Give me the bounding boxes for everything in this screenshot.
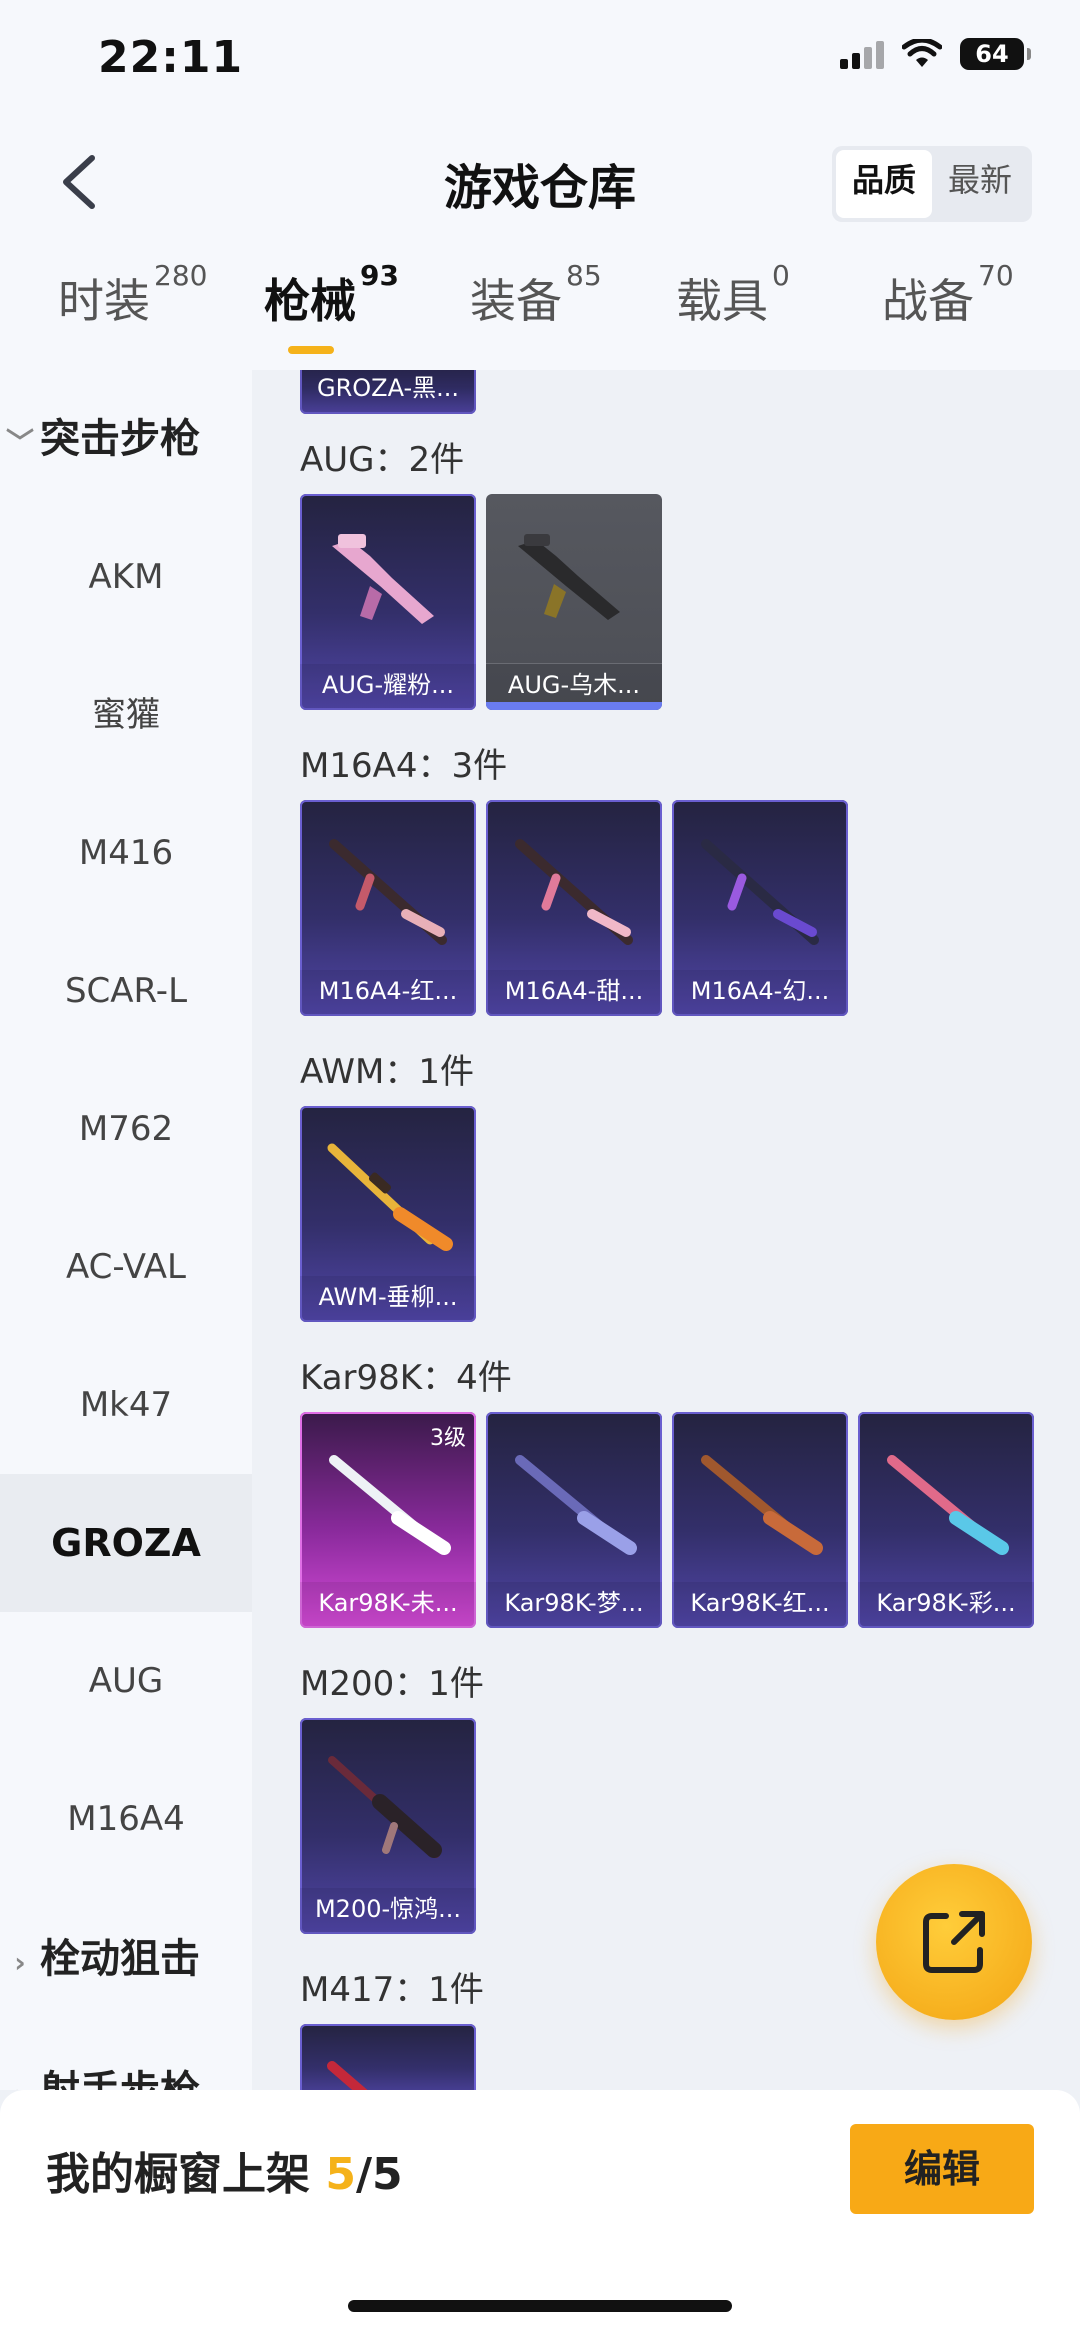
rifle-icon [329, 839, 447, 945]
chevron-right-icon: › [0, 2050, 40, 2090]
sidebar-item-m16a4[interactable]: M16A4 [0, 1750, 252, 1888]
sort-toggle: 品质 最新 [831, 146, 1032, 222]
weapon-card[interactable]: 3级 Kar98K-未... [300, 1412, 476, 1628]
rifle-icon [515, 1455, 637, 1555]
cellular-signal-icon [840, 39, 884, 69]
section-title-m16a4: M16A4：3件 [300, 746, 508, 786]
rifle-icon [887, 1455, 1009, 1555]
weapon-card[interactable]: Kar98K-梦... [486, 1412, 662, 1628]
weapon-card-label: M16A4-幻... [672, 970, 848, 1016]
tab-vehicles[interactable]: 载具 0 [676, 259, 790, 331]
rifle-icon [329, 1455, 451, 1555]
weapon-card[interactable]: AUG-耀粉... [300, 494, 476, 710]
sort-newest-button[interactable]: 最新 [932, 150, 1028, 218]
rifle-icon [701, 1455, 823, 1555]
sidebar-item-groza[interactable]: GROZA [0, 1474, 252, 1612]
status-bar: 22:11 64 [0, 0, 1080, 120]
sidebar-item-ac-val[interactable]: AC-VAL [0, 1198, 252, 1336]
weapon-card[interactable]: M200-惊鸿... [300, 1718, 476, 1934]
share-button[interactable] [876, 1864, 1032, 2020]
home-indicator [348, 2300, 732, 2312]
weapon-card[interactable]: Kar98K-彩... [858, 1412, 1034, 1628]
group-assault-rifles[interactable]: ﹀ 突击步枪 [0, 394, 252, 484]
section-title-aug: AUG：2件 [300, 440, 465, 480]
rifle-icon [327, 1143, 453, 1251]
weapon-card[interactable]: GROZA-黑... [300, 370, 476, 414]
weapon-card[interactable]: M16A4-甜... [486, 800, 662, 1016]
section-title-m417: M417：1件 [300, 1970, 484, 2010]
weapon-card-label: AUG-耀粉... [300, 664, 476, 710]
weapon-card-label: M200-惊鸿... [300, 1888, 476, 1934]
section-title-m200: M200：1件 [300, 1664, 484, 1704]
weapon-card-label: AUG-乌木... [486, 663, 662, 710]
weapon-card[interactable]: Kar98K-红... [672, 1412, 848, 1628]
status-time: 22:11 [98, 32, 244, 83]
sidebar-item-m416[interactable]: M416 [0, 784, 252, 922]
weapon-card-label: M16A4-红... [300, 970, 476, 1016]
status-icons: 64 [840, 38, 1031, 70]
sidebar-item-m762[interactable]: M762 [0, 1060, 252, 1198]
weapon-card-label: Kar98K-未... [300, 1582, 476, 1628]
battery-icon: 64 [960, 38, 1031, 70]
section-title-kar98k: Kar98K：4件 [300, 1358, 512, 1398]
rifle-icon [328, 1756, 442, 1858]
sort-quality-button[interactable]: 品质 [835, 150, 932, 218]
sidebar-item-honey-badger[interactable]: 蜜獾 [0, 646, 252, 784]
showcase-count-text: 我的橱窗上架 5/5 [46, 2149, 403, 2200]
weapon-type-sidebar: ﹀ 突击步枪 AKM 蜜獾 M416 SCAR-L M762 AC-VAL Mk4… [0, 370, 252, 2090]
weapon-card-label: Kar98K-梦... [486, 1582, 662, 1628]
weapon-card-label: Kar98K-红... [672, 1582, 848, 1628]
weapon-grid: GROZA-黑... AUG：2件 AUG-耀粉... AUG-乌木... M1… [252, 370, 1080, 2090]
sidebar-item-akm[interactable]: AKM [0, 508, 252, 646]
group-marksman-rifles[interactable]: ›射手步枪 [0, 2046, 252, 2090]
sidebar-item-scar-l[interactable]: SCAR-L [0, 922, 252, 1060]
weapon-card-label: GROZA-黑... [300, 370, 476, 414]
sidebar-item-mk47[interactable]: Mk47 [0, 1336, 252, 1474]
weapon-card[interactable]: AWM-垂柳... [300, 1106, 476, 1322]
tab-fashion[interactable]: 时装 280 [58, 259, 207, 331]
tab-supplies[interactable]: 战备 70 [882, 259, 1014, 331]
rifle-icon [332, 534, 434, 624]
weapon-card-label: AWM-垂柳... [300, 1276, 476, 1322]
weapon-card-label: Kar98K-彩... [858, 1582, 1034, 1628]
tab-equipment[interactable]: 装备 85 [470, 259, 602, 331]
weapon-card[interactable] [300, 2024, 476, 2090]
rifle-icon [515, 839, 633, 945]
group-bolt-action-snipers[interactable]: › 栓动狙击 [0, 1914, 252, 2004]
edit-button[interactable]: 编辑 [850, 2124, 1034, 2214]
weapon-card[interactable]: M16A4-幻... [672, 800, 848, 1016]
section-title-awm: AWM：1件 [300, 1052, 474, 1092]
sidebar-item-aug[interactable]: AUG [0, 1612, 252, 1750]
rifle-icon [327, 2061, 368, 2090]
weapon-card[interactable]: M16A4-红... [300, 800, 476, 1016]
showcase-count: 5 [325, 2149, 356, 2200]
tab-firearms[interactable]: 枪械 93 [264, 259, 399, 331]
page-header: 游戏仓库 品质 最新 时装 280 枪械 93 装备 85 载具 0 战备 70 [0, 120, 1080, 370]
weapon-card[interactable]: AUG-乌木... [486, 494, 662, 710]
chevron-down-icon: ﹀ [5, 426, 34, 459]
rifle-icon [701, 839, 819, 945]
active-tab-indicator [288, 346, 334, 354]
rifle-icon [518, 534, 620, 620]
chevron-right-icon: › [14, 1946, 26, 1979]
category-tabs: 时装 280 枪械 93 装备 85 载具 0 战备 70 [0, 259, 1080, 365]
wifi-icon [902, 39, 942, 67]
weapon-card-label: M16A4-甜... [486, 970, 662, 1016]
share-external-icon [923, 1911, 985, 1973]
